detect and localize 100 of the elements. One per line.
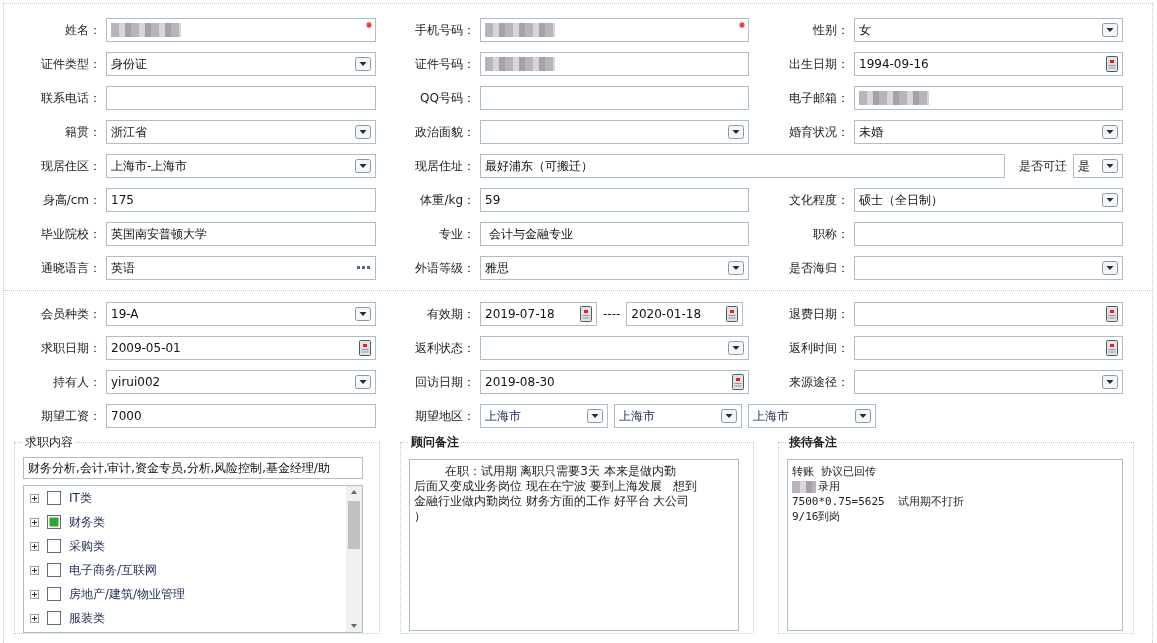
tree-item[interactable]: IT类 bbox=[69, 489, 92, 507]
calendar-icon[interactable] bbox=[1106, 56, 1118, 72]
input-field[interactable] bbox=[480, 336, 749, 360]
dropdown-icon[interactable] bbox=[355, 125, 371, 139]
tree-item[interactable]: 财务类 bbox=[69, 513, 105, 531]
input-field[interactable]: 上海市-上海市 bbox=[106, 154, 376, 178]
input-field[interactable]: 2019-08-30 bbox=[480, 370, 749, 394]
field-label: 专业： bbox=[438, 225, 475, 243]
field-label: 外语等级： bbox=[414, 259, 475, 277]
input-field[interactable]: 会计与金融专业 bbox=[480, 222, 749, 246]
input-field[interactable] bbox=[854, 256, 1123, 280]
checked-checkbox[interactable] bbox=[47, 515, 61, 529]
field-label: 手机号码： bbox=[414, 21, 475, 39]
input-field[interactable]: yirui002 bbox=[106, 370, 376, 394]
dropdown-icon[interactable] bbox=[1102, 261, 1118, 275]
calendar-icon[interactable] bbox=[726, 306, 739, 322]
tree-item[interactable]: 采购类 bbox=[69, 537, 105, 555]
input-field[interactable]: 1994-09-16 bbox=[854, 52, 1123, 76]
checkbox[interactable] bbox=[47, 587, 61, 601]
expand-icon[interactable] bbox=[30, 565, 39, 575]
scroll-up-icon[interactable] bbox=[350, 489, 358, 495]
field-label: 体重/kg： bbox=[419, 191, 475, 209]
tree-item[interactable]: 服装类 bbox=[69, 609, 105, 627]
dropdown-icon[interactable] bbox=[1102, 159, 1118, 173]
input-field[interactable]: 是 bbox=[1073, 154, 1123, 178]
dropdown-icon[interactable] bbox=[587, 409, 603, 423]
calendar-icon[interactable] bbox=[580, 306, 592, 322]
input-field[interactable]: 2009-05-01 bbox=[106, 336, 376, 360]
dropdown-icon[interactable] bbox=[355, 307, 371, 321]
ellipsis-icon[interactable] bbox=[357, 266, 371, 270]
calendar-icon[interactable] bbox=[1106, 306, 1118, 322]
dropdown-icon[interactable] bbox=[355, 159, 371, 173]
notes-area[interactable]: 转账 协议已回传 录用 7500*0.75=5625 试用期不打折 9/16到岗 bbox=[787, 459, 1123, 631]
input-field[interactable] bbox=[480, 18, 749, 42]
dropdown-icon[interactable] bbox=[728, 341, 744, 355]
input-field[interactable]: 身份证 bbox=[106, 52, 376, 76]
dropdown-icon[interactable] bbox=[1102, 125, 1118, 139]
dropdown-icon[interactable] bbox=[1102, 375, 1118, 389]
input-field[interactable] bbox=[106, 86, 376, 110]
input-field[interactable]: 英国南安普顿大学 bbox=[106, 222, 376, 246]
input-field[interactable]: 未婚 bbox=[854, 120, 1123, 144]
input-field[interactable] bbox=[854, 222, 1123, 246]
dropdown-icon[interactable] bbox=[355, 375, 371, 389]
expand-icon[interactable] bbox=[30, 517, 39, 527]
calendar-icon[interactable] bbox=[1106, 340, 1118, 356]
dropdown-icon[interactable] bbox=[1102, 23, 1118, 37]
input-field[interactable]: 上海市 bbox=[480, 404, 608, 428]
tree-item[interactable]: 电子商务/互联网 bbox=[69, 561, 158, 579]
calendar-icon[interactable] bbox=[359, 340, 371, 356]
checkbox[interactable] bbox=[47, 539, 61, 553]
field-label: 毕业院校： bbox=[40, 225, 101, 243]
input-field[interactable]: 雅思 bbox=[480, 256, 749, 280]
input-field[interactable]: 女 bbox=[854, 18, 1123, 42]
calendar-icon[interactable] bbox=[732, 374, 744, 390]
field-label: 通晓语言： bbox=[40, 259, 101, 277]
input-field[interactable] bbox=[480, 86, 749, 110]
checkbox[interactable] bbox=[47, 563, 61, 577]
dropdown-icon[interactable] bbox=[728, 261, 744, 275]
field-label: 现居住址： bbox=[414, 157, 475, 175]
input-field[interactable]: 7000 bbox=[106, 404, 376, 428]
input-field[interactable]: 英语 bbox=[106, 256, 376, 280]
input-field[interactable]: 上海市 bbox=[614, 404, 742, 428]
field-label: 返利时间： bbox=[788, 339, 849, 357]
dropdown-icon[interactable] bbox=[855, 409, 871, 423]
expand-icon[interactable] bbox=[30, 493, 39, 503]
input-field[interactable] bbox=[106, 18, 376, 42]
dropdown-icon[interactable] bbox=[355, 57, 371, 71]
input-field[interactable]: 2020-01-18 bbox=[626, 302, 744, 326]
panel-legend: 顾问备注 bbox=[409, 434, 461, 451]
input-field[interactable]: 硕士（全日制） bbox=[854, 188, 1123, 212]
input-field[interactable]: 2019-07-18 bbox=[480, 302, 597, 326]
expand-icon[interactable] bbox=[30, 589, 39, 599]
input-field[interactable]: 19-A bbox=[106, 302, 376, 326]
input-field[interactable] bbox=[854, 302, 1123, 326]
input-field[interactable]: 最好浦东（可搬迁） bbox=[480, 154, 1005, 178]
input-field[interactable]: 浙江省 bbox=[106, 120, 376, 144]
input-field[interactable]: 175 bbox=[106, 188, 376, 212]
dropdown-icon[interactable] bbox=[721, 409, 737, 423]
scroll-down-icon[interactable] bbox=[350, 623, 358, 629]
dropdown-icon[interactable] bbox=[1102, 193, 1118, 207]
expand-icon[interactable] bbox=[30, 541, 39, 551]
panel-legend: 接待备注 bbox=[787, 434, 839, 451]
input-field[interactable]: 上海市 bbox=[748, 404, 876, 428]
expand-icon[interactable] bbox=[30, 613, 39, 623]
checkbox[interactable] bbox=[47, 611, 61, 625]
input-field[interactable]: 财务分析,会计,审计,资金专员,分析,风险控制,基金经理/助 bbox=[23, 457, 363, 479]
checkbox[interactable] bbox=[47, 491, 61, 505]
input-field[interactable] bbox=[854, 86, 1123, 110]
notes-area[interactable]: 在职：试用期 离职只需要3天 本来是做内勤 后面又变成业务岗位 现在在宁波 要到上海发展 想到 金融行业做内勤岗位 财务方面的工作 好平台 大公司 ） bbox=[409, 459, 739, 631]
field-label: 现居住区： bbox=[40, 157, 101, 175]
input-field[interactable] bbox=[854, 370, 1123, 394]
scrollbar[interactable] bbox=[346, 486, 362, 632]
input-field[interactable]: 59 bbox=[480, 188, 749, 212]
input-field[interactable] bbox=[480, 120, 749, 144]
tree-item[interactable]: 房地产/建筑/物业管理 bbox=[69, 585, 186, 603]
input-field[interactable] bbox=[480, 52, 749, 76]
dropdown-icon[interactable] bbox=[728, 125, 744, 139]
note-line: 金融行业做内勤岗位 财务方面的工作 好平台 大公司 bbox=[414, 494, 690, 509]
input-field[interactable] bbox=[854, 336, 1123, 360]
field-label: 持有人： bbox=[52, 373, 101, 391]
